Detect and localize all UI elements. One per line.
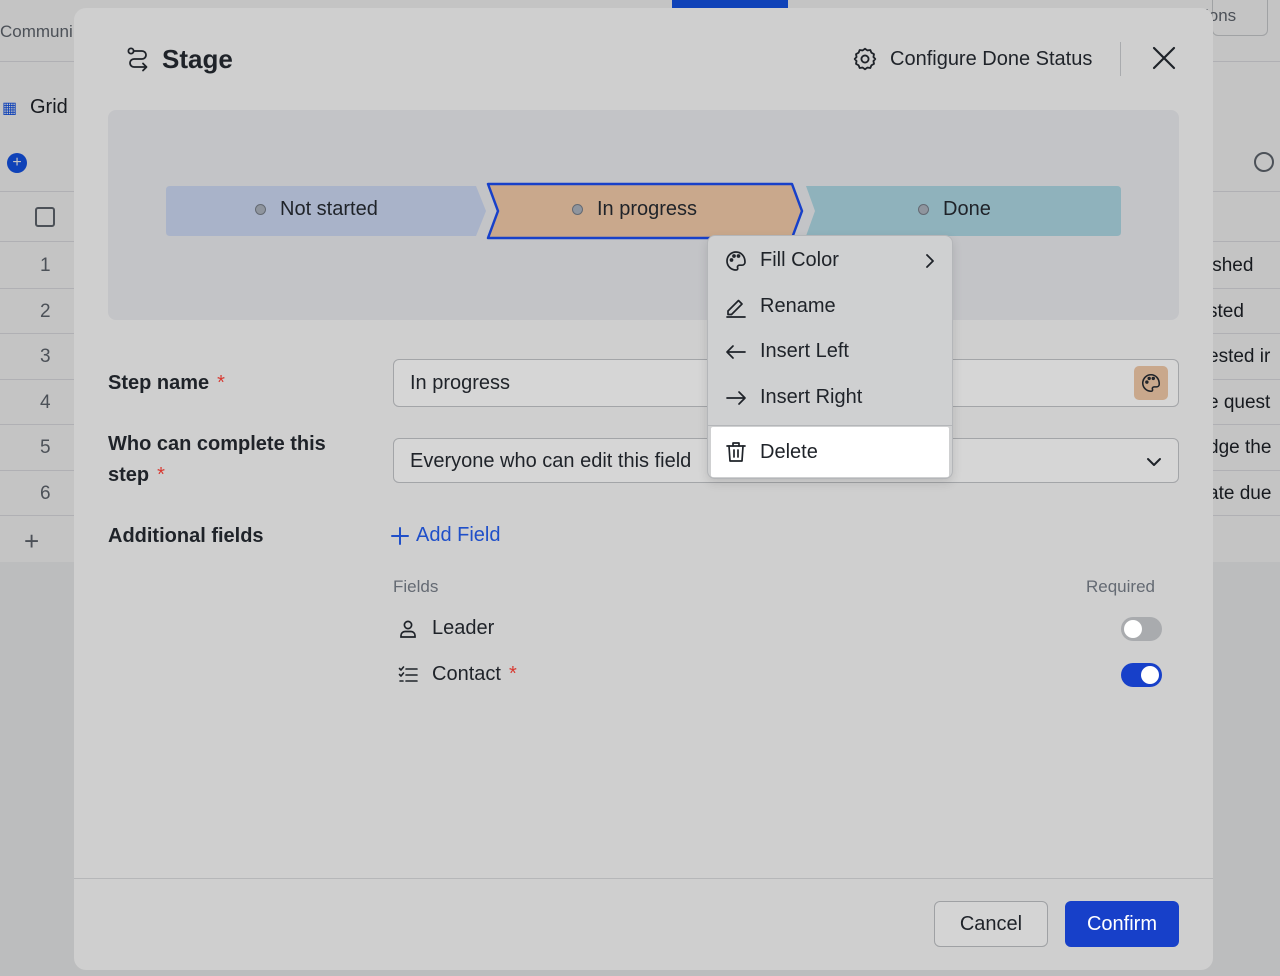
stage-dot (918, 204, 929, 215)
stage-label: Done (943, 198, 991, 220)
configure-done-status-label: Configure Done Status (890, 47, 1093, 70)
add-field-label: Add Field (416, 524, 501, 546)
who-label-line2: step (108, 464, 150, 486)
stage-preview-panel: Not started In progress Done (108, 110, 1179, 320)
field-name: Leader (432, 617, 495, 639)
palette-icon (1142, 373, 1161, 393)
who-can-complete-label: Who can complete this step * (108, 429, 326, 491)
field-row-leader: Leader (398, 617, 494, 640)
palette-icon (726, 250, 746, 271)
leader-required-toggle[interactable] (1121, 617, 1162, 641)
stage-label: In progress (597, 198, 698, 220)
trash-icon (726, 442, 746, 462)
menu-item-insert-right[interactable]: Insert Right (708, 375, 952, 420)
chevron-right-icon (926, 254, 934, 268)
stage-done[interactable]: Done (918, 198, 991, 221)
footer-divider (74, 878, 1213, 879)
required-asterisk: * (508, 663, 517, 685)
step-name-value: In progress (410, 372, 511, 394)
fill-color-button[interactable] (1134, 366, 1168, 400)
person-icon (400, 620, 416, 638)
fields-column-header: Fields (393, 577, 439, 596)
gear-icon (853, 47, 877, 71)
close-icon[interactable] (1150, 44, 1178, 72)
menu-item-label: Rename (760, 295, 836, 317)
menu-item-fill-color[interactable]: Fill Color (708, 238, 952, 283)
stage-label: Not started (280, 198, 378, 220)
stage-context-menu: Fill Color Rename Insert Left Insert Rig… (707, 235, 953, 479)
menu-item-label: Insert Left (760, 340, 849, 362)
menu-item-rename[interactable]: Rename (708, 284, 952, 329)
stage-modal: Stage Configure Done Status Not started … (74, 8, 1213, 970)
chevron-down-icon (1147, 458, 1161, 466)
configure-done-status-button[interactable]: Configure Done Status (852, 46, 1092, 72)
required-asterisk: * (157, 464, 165, 486)
menu-divider (708, 425, 952, 426)
stage-in-progress[interactable]: In progress (572, 198, 697, 221)
contact-required-toggle[interactable] (1121, 663, 1162, 687)
menu-item-label: Fill Color (760, 249, 839, 271)
arrow-left-icon (726, 344, 746, 359)
checklist-icon (398, 665, 418, 682)
step-name-label: Step name * (108, 368, 225, 399)
menu-item-label: Delete (760, 440, 818, 463)
stage-dot (572, 204, 583, 215)
cancel-button[interactable]: Cancel (934, 901, 1048, 947)
additional-fields-label: Additional fields (108, 525, 264, 547)
stage-not-started[interactable]: Not started (255, 198, 378, 221)
toggle-knob (1124, 620, 1142, 638)
toggle-knob (1141, 666, 1159, 684)
plus-icon (391, 526, 409, 545)
required-asterisk: * (217, 372, 225, 394)
header-divider (1120, 42, 1121, 76)
menu-item-insert-left[interactable]: Insert Left (708, 329, 952, 374)
field-name: Contact (432, 663, 501, 685)
stage-icon (127, 47, 148, 72)
pencil-icon (726, 299, 746, 318)
required-column-header: Required (1086, 577, 1155, 596)
step-name-label-text: Step name (108, 372, 210, 394)
who-can-complete-value: Everyone who can edit this field (410, 450, 692, 472)
add-field-button[interactable]: Add Field (390, 524, 501, 547)
arrow-right-icon (726, 390, 746, 405)
menu-item-delete[interactable]: Delete (711, 427, 949, 477)
field-row-contact: Contact * (398, 663, 517, 686)
menu-item-label: Insert Right (760, 386, 863, 408)
stage-dot (255, 204, 266, 215)
modal-title: Stage (162, 44, 233, 74)
confirm-button[interactable]: Confirm (1065, 901, 1179, 947)
who-label-line1: Who can complete this (108, 433, 326, 455)
